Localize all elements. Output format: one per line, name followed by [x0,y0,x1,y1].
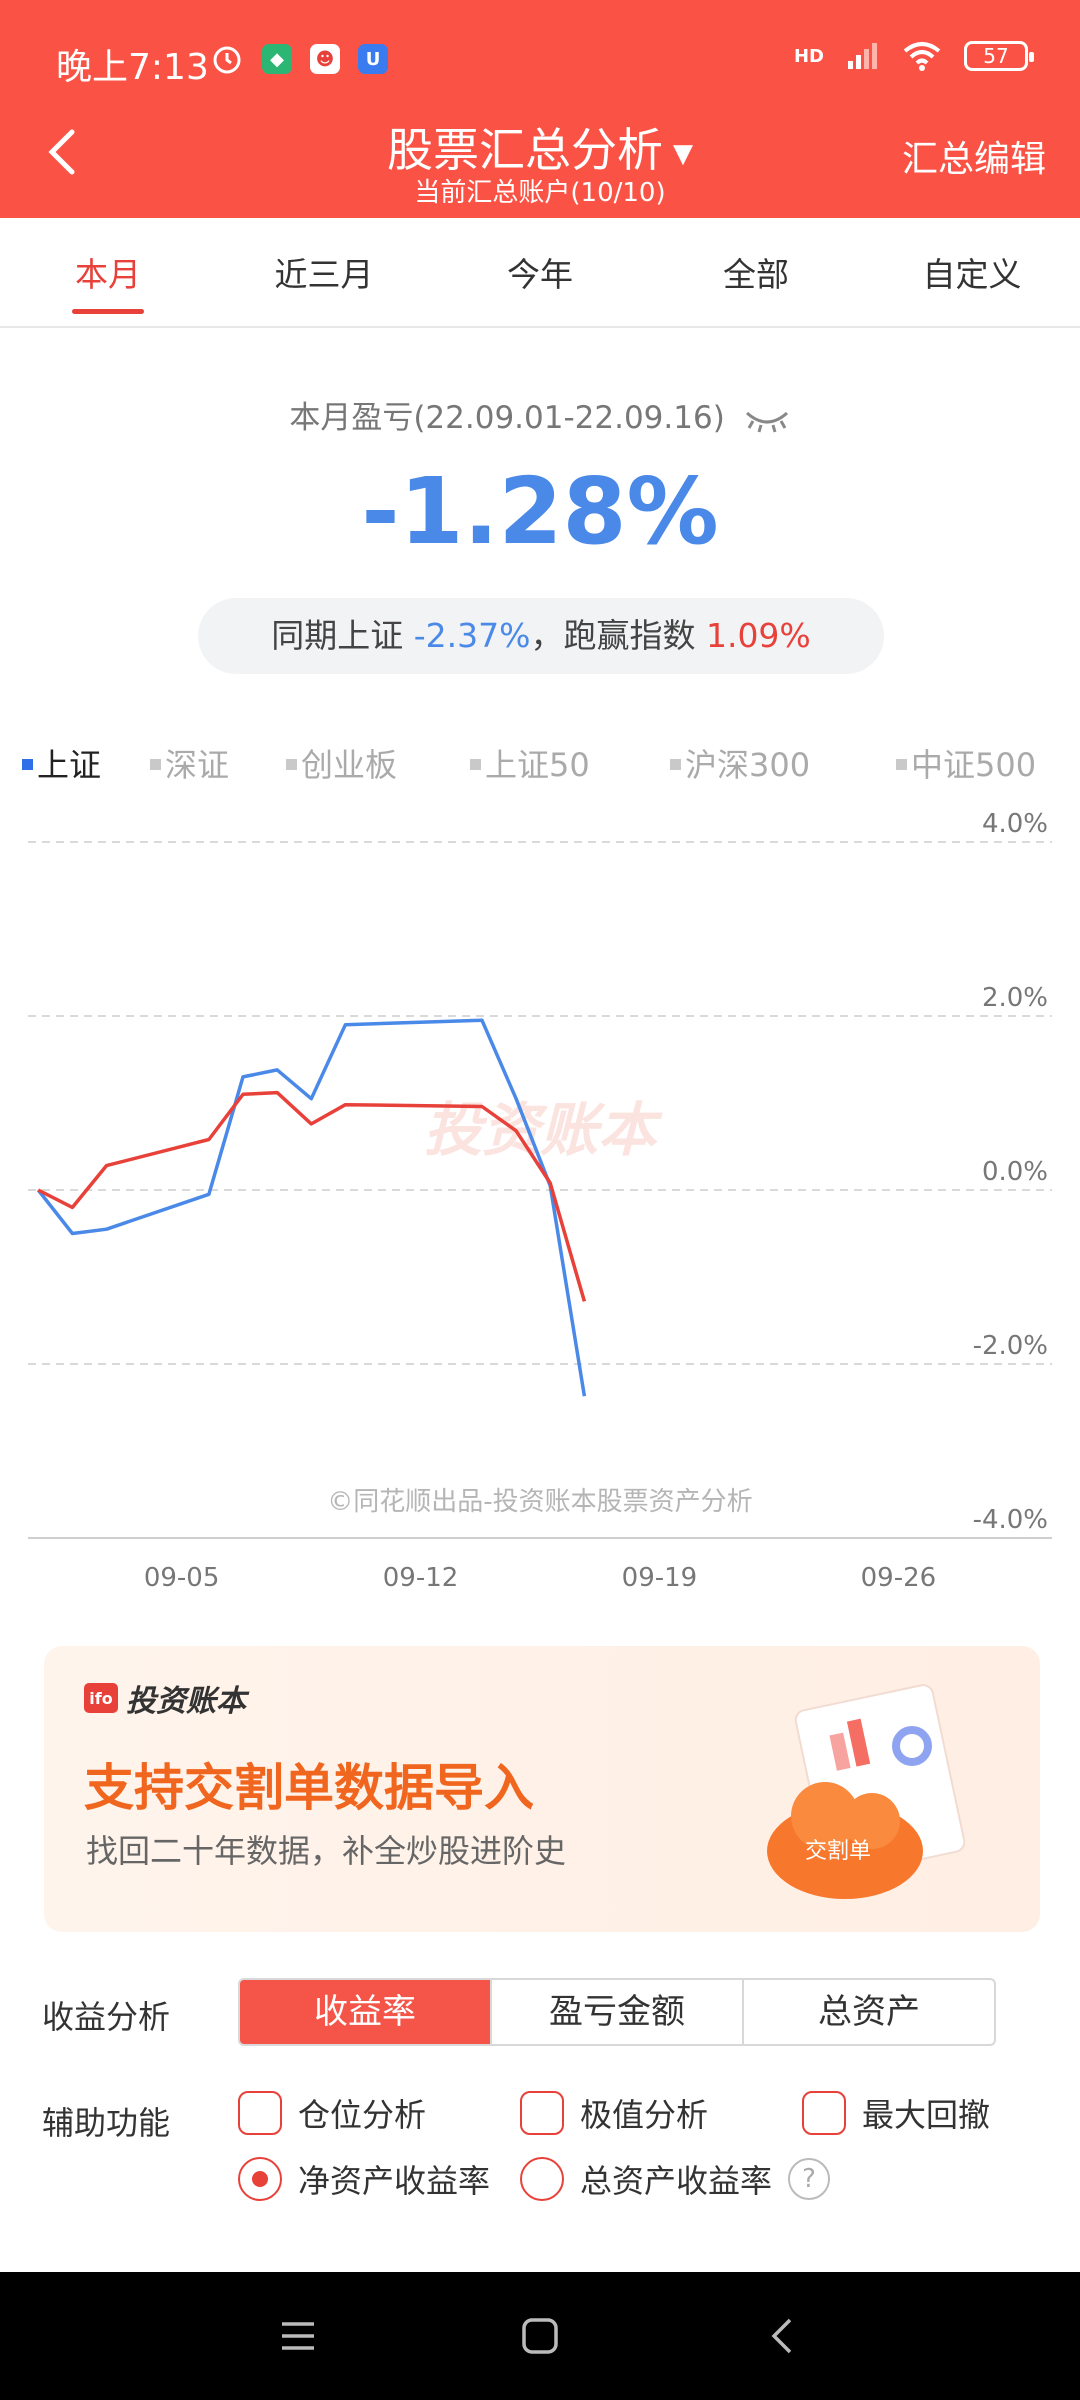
banner-brand: ifo 投资账本 [84,1676,246,1720]
segment-profit-amount[interactable]: 盈亏金额 [490,1980,742,2044]
app-red-icon: ☻ [310,44,340,74]
import-promo-banner[interactable]: ifo 投资账本 支持交割单数据导入 找回二十年数据，补全炒股进阶史 交割单 [44,1646,1040,1932]
checkbox-box[interactable] [238,2091,282,2135]
legend-marker [286,758,297,770]
app-green-icon: ◆ [262,44,292,74]
legend-marker [150,758,161,770]
status-icons-left: ◆ ☻ U [210,42,388,76]
brand-logo-icon: ifo [84,1683,118,1713]
chart-y-tick-label: 0.0% [982,1157,1048,1187]
legend-item-csi300[interactable]: 沪深300 [670,740,810,786]
chart-y-tick-label: 2.0% [982,983,1048,1013]
cloud-document-illustration: 交割单 [767,1684,966,1899]
chart-y-tick-label: -2.0% [973,1331,1048,1361]
checkbox-label: 极值分析 [580,2096,709,2134]
banner-brand-text: 投资账本 [126,1684,246,1719]
banner-headline: 支持交割单数据导入 [84,1759,534,1817]
legend-label: 创业板 [301,746,398,784]
checkbox-label: 仓位分析 [298,2096,427,2134]
home-icon[interactable] [516,2312,564,2360]
radio-button-checked[interactable] [238,2157,282,2201]
return-analysis-row: 收益分析 收益率 盈亏金额 总资产 [0,1978,1080,2046]
legend-marker [670,758,681,770]
help-icon[interactable]: ? [788,2158,831,2200]
back-icon[interactable] [760,2312,808,2360]
tab-this-year[interactable]: 今年 [432,218,648,326]
chart-y-tick-label: -4.0% [973,1505,1048,1535]
segment-total-assets[interactable]: 总资产 [742,1980,994,2044]
legend-marker [470,758,481,770]
summary-label: 本月盈亏(22.09.01-22.09.16) [0,392,1080,437]
index-change-value: -2.37% [413,616,531,655]
battery-icon: 57 [964,41,1034,71]
tab-all[interactable]: 全部 [648,218,864,326]
eye-closed-icon[interactable] [743,407,791,433]
legend-marker [896,758,907,770]
profit-loss-percent: -1.28% [361,458,719,565]
index-compare-pill: 同期上证 -2.37%，跑赢指数 1.09% [198,598,884,674]
return-line-chart[interactable]: 投资账本4.0%2.0%0.0%-2.0%-4.0%09-05 09-12 09-1… [0,800,1080,1600]
excess-return-value: 1.09% [705,616,811,655]
aux-label: 辅助功能 [42,2104,171,2142]
checkbox-max-drawdown[interactable]: 最大回撤 [802,2090,990,2136]
status-icons-right: HD 57 [793,40,1034,72]
legend-item-shanghai[interactable]: 上证 [22,740,101,786]
chart-x-tick-label: 09-26 [861,1563,937,1593]
battery-level: 57 [983,44,1009,68]
return-analysis-label: 收益分析 [42,1998,171,2036]
top-navbar: 股票汇总分析 ▼ 当前汇总账户(10/10) 汇总编辑 [0,100,1080,218]
checkbox-label: 最大回撤 [862,2096,991,2134]
chart-x-tick-label: 09-05 [144,1563,220,1593]
chart-x-tick-label: 09-12 [383,1563,459,1593]
compare-prefix: 同期上证 [271,616,404,655]
index-legend: 上证 深证 创业板 上证50 沪深300 中证500 [0,740,1080,790]
segment-return-rate[interactable]: 收益率 [240,1980,490,2044]
tab-this-month[interactable]: 本月 [0,218,216,326]
cloud-label: 交割单 [805,1839,871,1864]
legend-label: 中证500 [911,746,1037,784]
status-time: 晚上7:13 [56,47,209,88]
legend-label: 上证50 [485,746,590,784]
radio-button[interactable] [520,2157,564,2201]
return-analysis-segmented-control: 收益率 盈亏金额 总资产 [238,1978,996,2046]
compare-mid-text: ，跑赢指数 [530,616,696,655]
checkbox-box[interactable] [520,2091,564,2135]
summary-label-text: 本月盈亏(22.09.01-22.09.16) [289,400,725,436]
banner-description: 找回二十年数据，补全炒股进阶史 [86,1832,567,1870]
checkbox-box[interactable] [802,2091,846,2135]
menu-icon[interactable] [274,2312,322,2360]
radio-net-asset-return[interactable]: 净资产收益率 [238,2156,490,2202]
legend-item-shenzhen[interactable]: 深证 [150,740,229,786]
chart-footnote: ©同花顺出品-投资账本股票资产分析 [327,1487,752,1517]
triangle-down-icon: ▼ [673,138,693,169]
tab-custom[interactable]: 自定义 [864,218,1080,326]
radio-total-asset-return[interactable]: 总资产收益率 ? [520,2156,831,2202]
signal-icon [848,43,877,69]
series-line-index [36,1018,587,1397]
legend-item-sse50[interactable]: 上证50 [470,740,590,786]
wifi-icon [903,42,941,71]
legend-marker [22,758,33,770]
legend-label: 深证 [165,746,230,784]
legend-label: 上证 [37,746,102,784]
page-title-text: 股票汇总分析 [387,123,663,177]
legend-item-csi500[interactable]: 中证500 [896,740,1036,786]
checkbox-position-analysis[interactable]: 仓位分析 [238,2090,426,2136]
chart-x-tick-label: 09-19 [622,1563,698,1593]
network-label: HD [793,45,824,67]
checkbox-extreme-analysis[interactable]: 极值分析 [520,2090,708,2136]
legend-label: 沪深300 [685,746,811,784]
period-tabs: 本月 近三月 今年 全部 自定义 [0,218,1080,328]
tab-three-months[interactable]: 近三月 [216,218,432,326]
radio-label: 净资产收益率 [298,2162,491,2200]
system-navigation-bar [0,2272,1080,2400]
chart-y-tick-label: 4.0% [982,809,1048,839]
legend-item-chinext[interactable]: 创业板 [286,740,397,786]
summary-edit-button[interactable]: 汇总编辑 [902,130,1046,182]
radio-label: 总资产收益率 [580,2162,773,2200]
alarm-icon [213,46,241,74]
app-blue-icon: U [358,44,388,74]
